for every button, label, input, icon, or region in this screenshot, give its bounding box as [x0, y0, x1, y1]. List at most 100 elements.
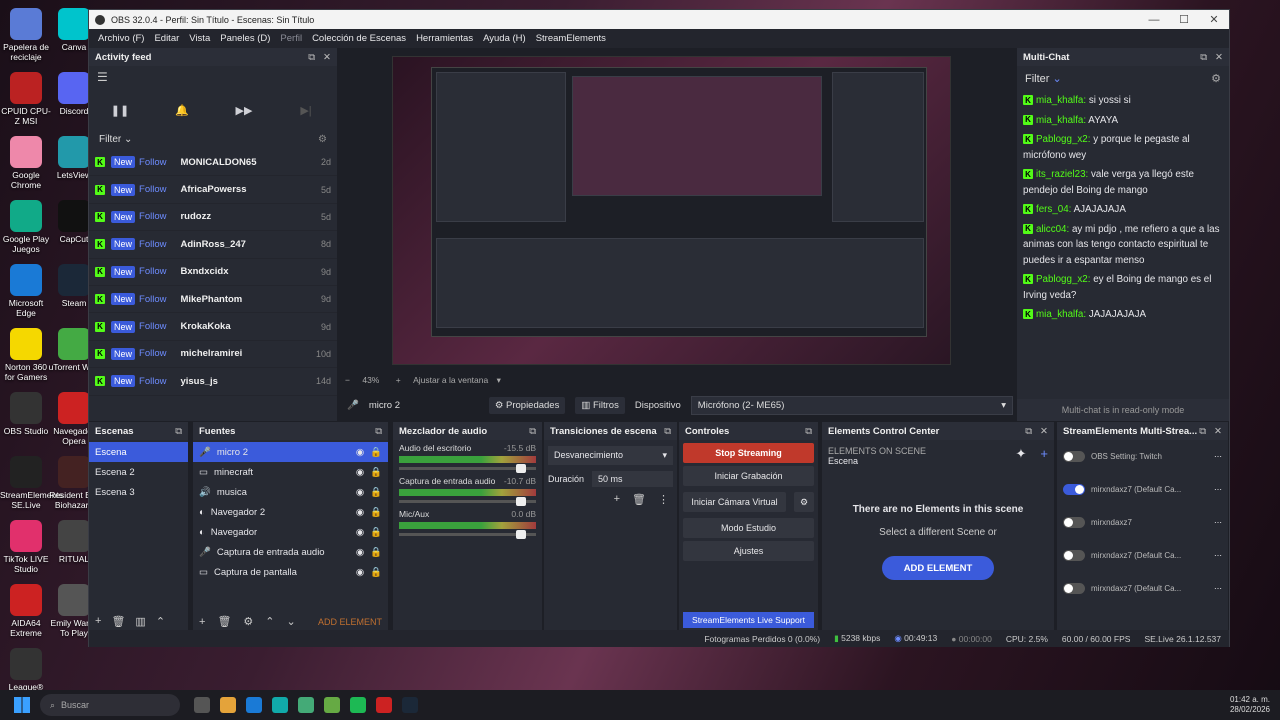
chevron-down-icon[interactable]: ▾ — [497, 375, 501, 385]
skip-icon[interactable]: ▶▶ — [216, 104, 272, 117]
start-recording-button[interactable]: Iniciar Grabación — [683, 466, 814, 486]
edge-icon[interactable] — [272, 697, 288, 713]
menu-edit[interactable]: Editar — [149, 33, 184, 44]
float-icon[interactable]: ⧉ — [664, 426, 671, 437]
up-icon[interactable]: ⌃ — [265, 615, 274, 628]
source-item[interactable]: 🎤 Captura de entrada audio ◉ 🔒 — [193, 542, 388, 562]
up-icon[interactable]: ⌃ — [156, 615, 165, 628]
float-icon[interactable]: ⧉ — [529, 426, 536, 437]
zoom-plus-icon[interactable]: + — [396, 375, 401, 385]
menu-streamelements[interactable]: StreamElements — [531, 33, 611, 44]
menu-docks[interactable]: Paneles (D) — [215, 33, 275, 44]
source-item[interactable]: 🔊 musica ◉ 🔒 — [193, 482, 388, 502]
start-virtual-camera-button[interactable]: Iniciar Cámara Virtual — [683, 492, 786, 512]
lock-icon[interactable]: 🔒 — [370, 467, 382, 478]
spotify-icon[interactable] — [350, 697, 366, 713]
gear-icon[interactable]: ⚙ — [1211, 72, 1221, 85]
eye-icon[interactable]: ◉ — [356, 567, 364, 578]
magic-icon[interactable]: ✦ — [1016, 446, 1027, 466]
obs-desktop-icon[interactable]: OBS Studio — [0, 392, 52, 436]
close-dock-icon[interactable]: ✕ — [1215, 52, 1223, 63]
eye-icon[interactable]: ◉ — [356, 487, 364, 498]
eye-icon[interactable]: ◉ — [356, 447, 364, 458]
add-icon[interactable]: + — [1040, 446, 1048, 466]
hamburger-icon[interactable]: ☰ — [89, 66, 337, 88]
close-dock-icon[interactable]: ✕ — [1040, 426, 1048, 437]
toggle-switch[interactable] — [1063, 583, 1085, 594]
float-icon[interactable]: ⧉ — [1199, 426, 1206, 437]
source-item[interactable]: ◐ Navegador 2 ◉ 🔒 — [193, 502, 388, 522]
lock-icon[interactable]: 🔒 — [370, 487, 382, 498]
taskbar-search[interactable]: ⌕ Buscar — [40, 694, 180, 716]
maximize-button[interactable]: ☐ — [1169, 13, 1199, 26]
live-support-button[interactable]: StreamElements Live Support — [683, 612, 814, 628]
aida-desktop-icon[interactable]: AIDA64 Extreme — [0, 584, 52, 638]
music-icon[interactable] — [376, 697, 392, 713]
slider-handle[interactable] — [516, 530, 526, 539]
add-element-button[interactable]: ADD ELEMENT — [318, 617, 382, 627]
properties-button[interactable]: ⚙ Propiedades — [488, 396, 566, 414]
float-icon[interactable]: ⧉ — [308, 52, 315, 63]
source-item[interactable]: ▭ minecraft ◉ 🔒 — [193, 462, 388, 482]
volume-slider[interactable] — [399, 530, 536, 539]
aecc-add-element-button[interactable]: ADD ELEMENT — [882, 556, 994, 580]
filter-icon[interactable]: ▥ — [135, 615, 145, 628]
gear-icon[interactable]: ⚙ — [794, 492, 814, 512]
edge-desktop-icon[interactable]: Microsoft Edge — [0, 264, 52, 318]
scene-item[interactable]: Escena 3 — [89, 482, 188, 502]
add-icon[interactable]: + — [614, 493, 620, 506]
menu-help[interactable]: Ayuda (H) — [478, 33, 531, 44]
slider-handle[interactable] — [516, 464, 526, 473]
add-icon[interactable]: + — [199, 616, 205, 628]
menu-scene-collection[interactable]: Colección de Escenas — [307, 33, 411, 44]
minimize-button[interactable]: — — [1139, 14, 1169, 26]
explorer-icon[interactable] — [220, 697, 236, 713]
steam-icon[interactable] — [402, 697, 418, 713]
float-icon[interactable]: ⧉ — [1025, 426, 1032, 437]
lock-icon[interactable]: 🔒 — [370, 447, 382, 458]
more-icon[interactable]: ⋯ — [1214, 452, 1222, 461]
clock[interactable]: 01:42 a. m. 28/02/2026 — [1230, 695, 1270, 715]
scene-item[interactable]: Escena 2 — [89, 462, 188, 482]
feed-filter[interactable]: Filter ⌄ ⚙ — [89, 126, 337, 149]
slider-handle[interactable] — [516, 497, 526, 506]
source-item[interactable]: 🎤 micro 2 ◉ 🔒 — [193, 442, 388, 462]
zoom-fit[interactable]: Ajustar a la ventana — [413, 375, 488, 385]
tiktok-desktop-icon[interactable]: TikTok LIVE Studio — [0, 520, 52, 574]
preview-area[interactable]: − 43% + Ajustar a la ventana ▾ — [337, 48, 1014, 403]
studio-mode-button[interactable]: Modo Estudio — [683, 518, 814, 538]
chrome-icon[interactable] — [298, 697, 314, 713]
device-select[interactable]: Micrófono (2- ME65) ▾ — [690, 395, 1013, 415]
se-desktop-icon[interactable]: StreamElements SE.Live — [0, 456, 63, 510]
eye-icon[interactable]: ◉ — [356, 547, 364, 558]
minecraft-icon[interactable] — [324, 697, 340, 713]
store-icon[interactable] — [246, 697, 262, 713]
skip-end-icon[interactable]: ▶| — [278, 104, 334, 117]
more-icon[interactable]: ⋯ — [1214, 485, 1222, 494]
stop-streaming-button[interactable]: Stop Streaming — [683, 443, 814, 463]
close-dock-icon[interactable]: ✕ — [1214, 426, 1222, 437]
norton-desktop-icon[interactable]: Norton 360 for Gamers — [0, 328, 52, 382]
more-icon[interactable]: ⋯ — [1214, 518, 1222, 527]
recycle-bin-desktop-icon[interactable]: Papelera de reciclaje — [0, 8, 52, 62]
down-icon[interactable]: ⌄ — [287, 615, 296, 628]
settings-button[interactable]: Ajustes — [683, 541, 814, 561]
eye-icon[interactable]: ◉ — [356, 507, 364, 518]
lock-icon[interactable]: 🔒 — [370, 527, 382, 538]
gear-icon[interactable]: ⚙ — [243, 615, 253, 628]
source-item[interactable]: ◐ Navegador ◉ 🔒 — [193, 522, 388, 542]
toggle-switch[interactable] — [1063, 451, 1085, 462]
menu-file[interactable]: Archivo (F) — [93, 33, 149, 44]
toggle-switch[interactable] — [1063, 517, 1085, 528]
toggle-switch[interactable] — [1063, 550, 1085, 561]
zoom-minus-icon[interactable]: − — [345, 375, 350, 385]
transition-select[interactable]: Desvanecimiento ▾ — [548, 446, 673, 465]
eye-icon[interactable]: ◉ — [356, 467, 364, 478]
menu-profile[interactable]: Perfil — [275, 33, 307, 44]
volume-slider[interactable] — [399, 464, 536, 473]
trash-icon[interactable]: 🗑 — [111, 615, 125, 628]
menu-view[interactable]: Vista — [184, 33, 215, 44]
source-item[interactable]: ▭ Captura de pantalla ◉ 🔒 — [193, 562, 388, 582]
lock-icon[interactable]: 🔒 — [370, 547, 382, 558]
more-icon[interactable]: ⋮ — [658, 493, 669, 506]
